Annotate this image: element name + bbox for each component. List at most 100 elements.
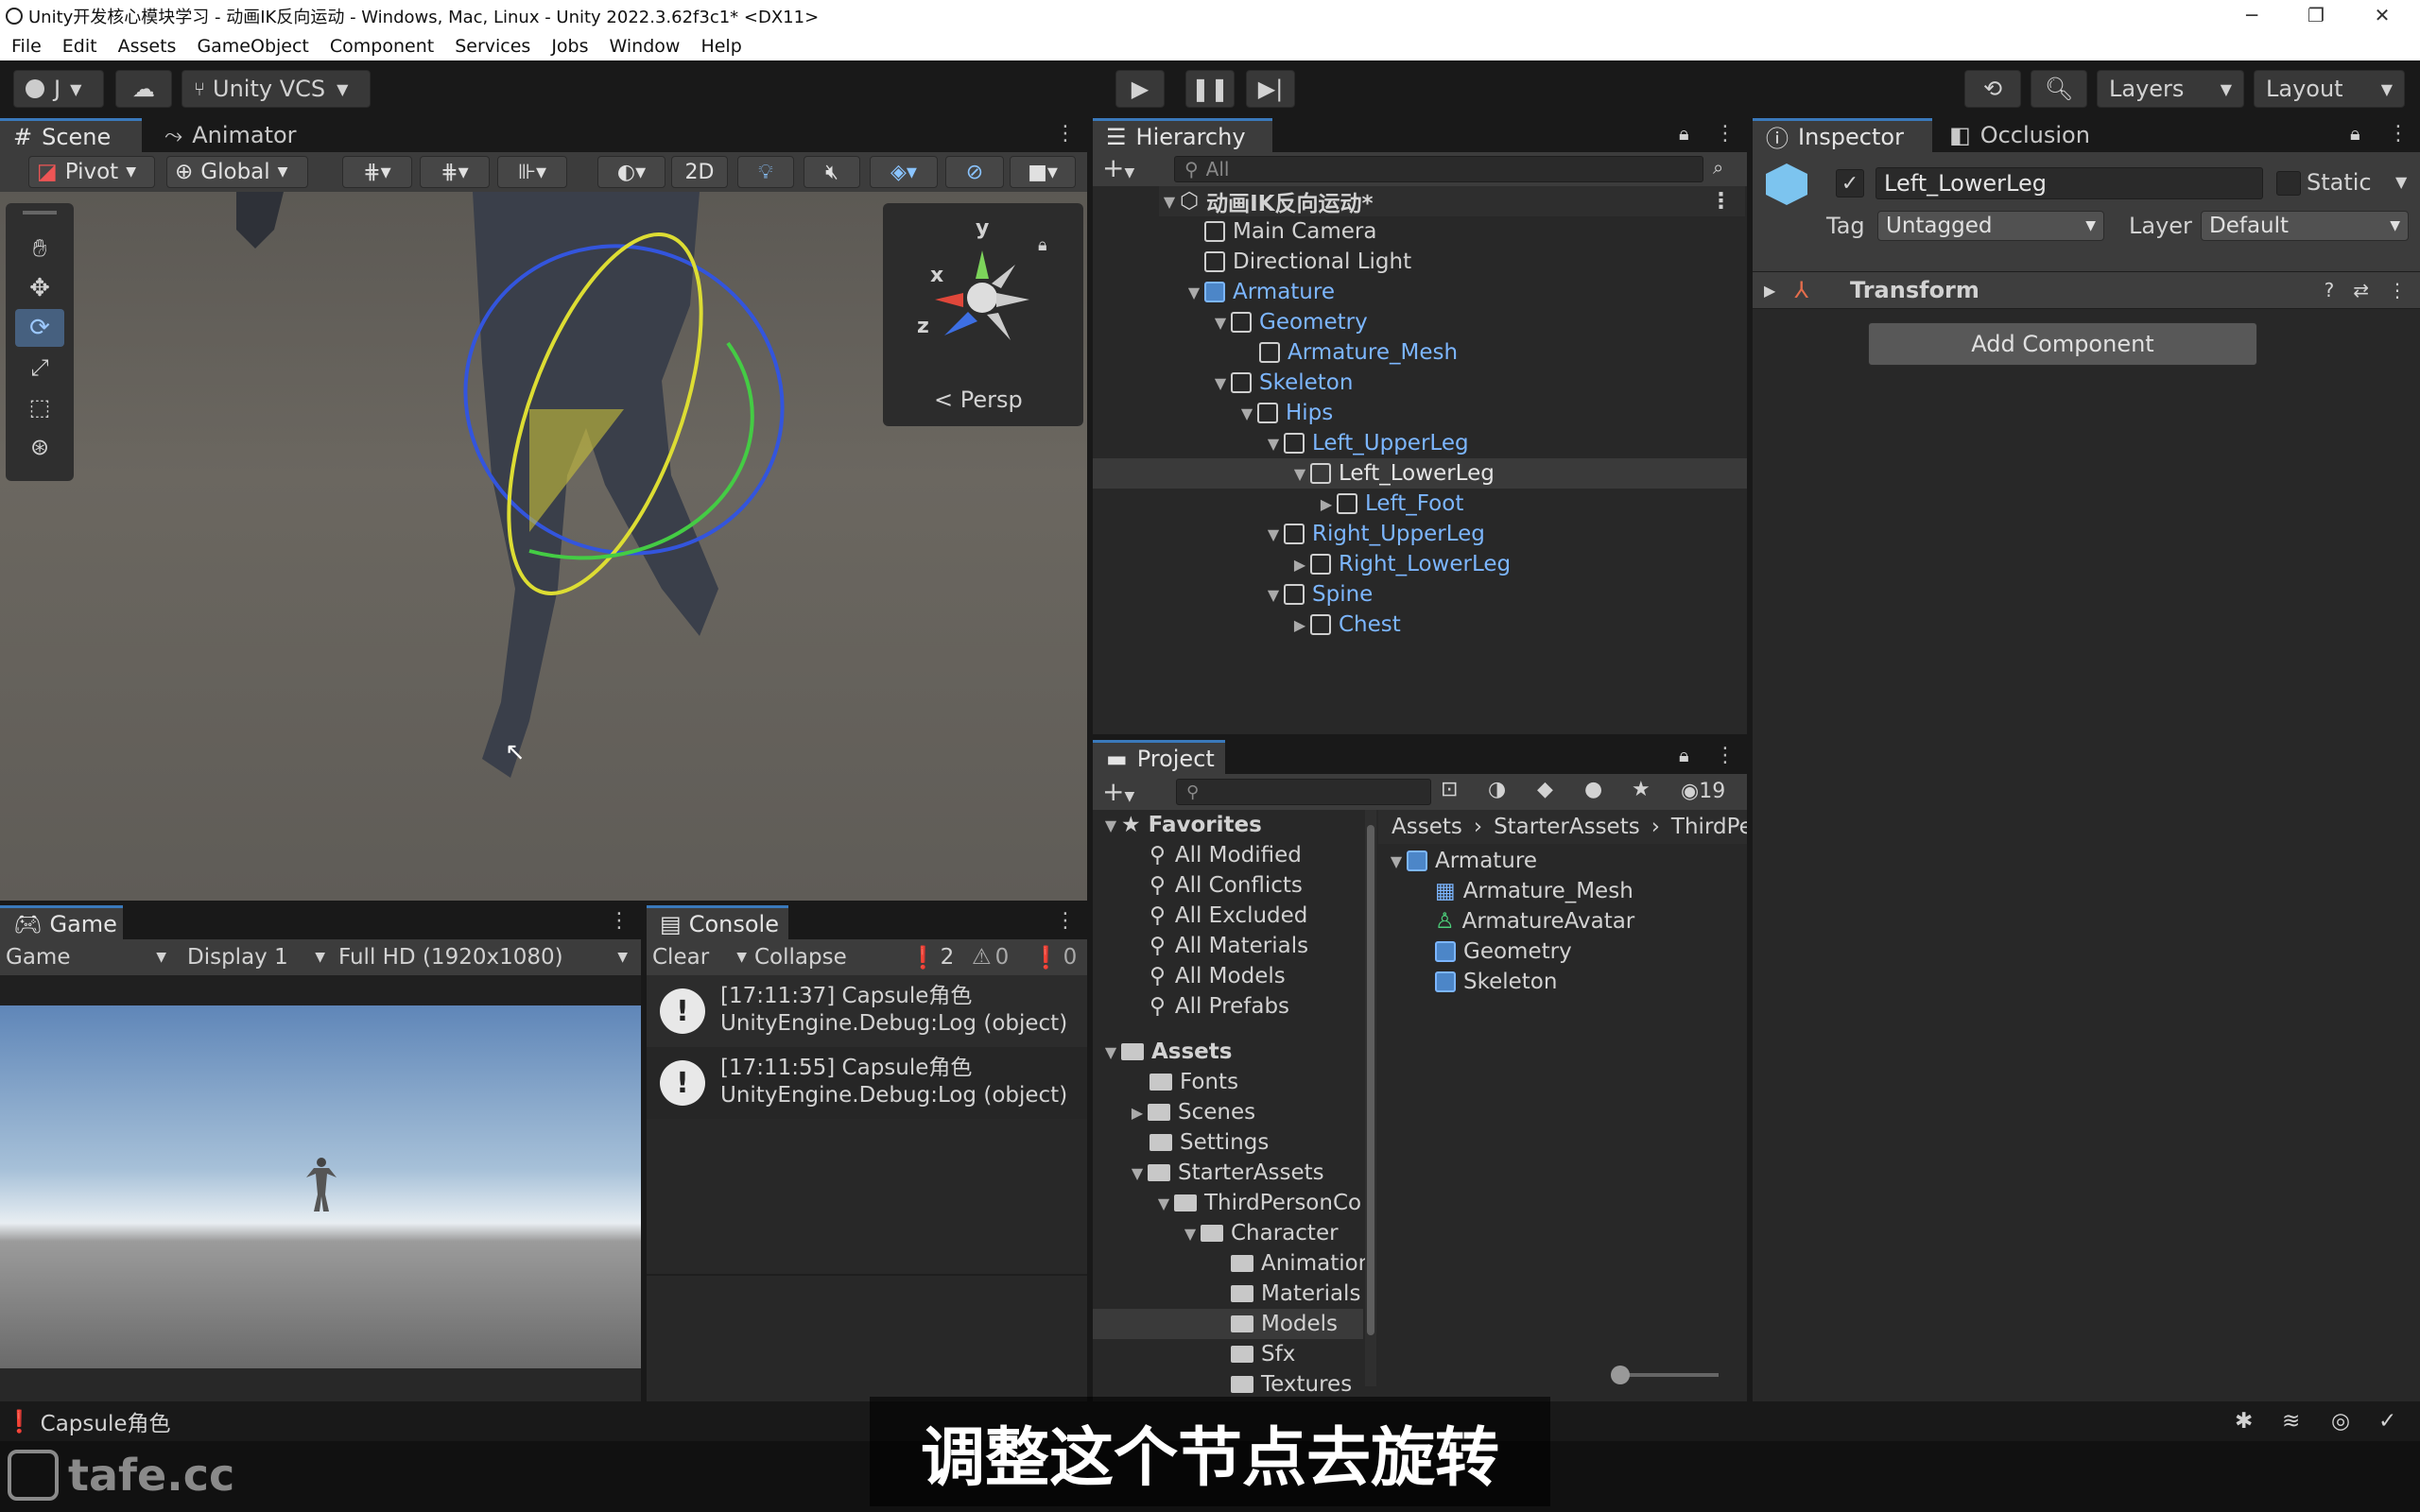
search-scope-icon[interactable]: ⊡ [1441, 778, 1458, 801]
scene-viewport[interactable]: ✋︎ ✥ ⟳ ⤢ ⬚ ⊛ y x z 🔒︎ < Persp ↖ [0, 192, 1087, 901]
add-icon[interactable]: +▼ [1102, 776, 1134, 807]
hidden-count[interactable]: ◉19 [1681, 780, 1725, 803]
more-icon[interactable]: ⋮ [1055, 122, 1076, 146]
breadcrumb-item[interactable]: Assets [1392, 815, 1462, 839]
list-item[interactable]: ▼ ThirdPersonCo [1153, 1188, 1361, 1218]
transform-component-header[interactable]: ▶ ⅄ Transform ? ⇄ ⋮ [1753, 271, 2420, 309]
orientation-gizmo[interactable]: y x z 🔒︎ < Persp [883, 203, 1083, 426]
minimize-icon[interactable]: ─ [2223, 0, 2280, 31]
list-item-selected[interactable]: Models [1231, 1309, 1338, 1339]
error-count-toggle[interactable]: ❗ 0 [1032, 943, 1085, 971]
layers-dropdown[interactable]: Layers ▼ [2097, 70, 2244, 108]
more-icon[interactable]: ⋮ [1715, 744, 1736, 767]
grid-snap-button[interactable]: ⋕▾ [342, 156, 412, 188]
lock-icon[interactable]: 🔒︎ [1679, 122, 1689, 145]
tab-project[interactable]: ▬ Project [1093, 740, 1225, 774]
tab-scene[interactable]: # Scene [0, 118, 142, 152]
history-button[interactable]: ⟲ [1964, 70, 2021, 108]
layout-dropdown[interactable]: Layout ▼ [2254, 70, 2405, 108]
search-options-icon[interactable]: ⌕ [1713, 156, 1723, 179]
database-icon[interactable]: ≋ [2282, 1409, 2300, 1434]
list-item[interactable]: ▼ ⬡ 动画IK反向运动* ⋮ [1159, 186, 1745, 216]
game-view[interactable] [0, 1005, 641, 1368]
menu-edit[interactable]: Edit [62, 36, 97, 57]
snap-increment-button[interactable]: ⋕▾ [420, 156, 490, 188]
bug-icon[interactable]: ✱ [2235, 1409, 2253, 1434]
add-component-button[interactable]: Add Component [1868, 322, 2257, 366]
rect-tool-icon[interactable]: ⬚ [15, 388, 64, 426]
align-button[interactable]: ⊪▾ [497, 156, 567, 188]
lock-icon[interactable]: 🔒︎ [2350, 122, 2360, 145]
transform-tool-icon[interactable]: ⊛ [15, 428, 64, 466]
camera-dropdown[interactable]: ■▾ [1010, 156, 1076, 188]
list-item[interactable]: Directional Light [1204, 247, 1411, 277]
list-item[interactable]: ⚲ All Prefabs [1150, 991, 1289, 1022]
scale-tool-icon[interactable]: ⤢ [15, 349, 64, 387]
game-mode-dropdown[interactable]: Game ▼ [6, 943, 166, 971]
pivot-dropdown[interactable]: ◪ Pivot ▼ [28, 156, 155, 188]
log-count-toggle[interactable]: ❗ 2 [909, 943, 962, 971]
shading-mode-button[interactable]: ◐▾ [597, 156, 666, 188]
clear-button[interactable]: Clear ▼ [652, 943, 747, 971]
restore-icon[interactable]: ❐ [2288, 0, 2344, 31]
list-item[interactable]: Sfx [1231, 1339, 1295, 1369]
hand-tool-icon[interactable]: ✋︎ [15, 230, 64, 267]
account-button[interactable]: J ▼ [13, 70, 104, 108]
help-icon[interactable]: ? [2325, 279, 2335, 301]
tab-occlusion[interactable]: ◧ Occlusion [1936, 118, 2116, 152]
2d-toggle[interactable]: 2D [671, 156, 728, 188]
menu-assets[interactable]: Assets [118, 36, 177, 57]
object-name-field[interactable]: Left_LowerLeg [1876, 167, 2263, 199]
lighting-toggle[interactable]: 💡︎ [737, 156, 794, 188]
check-icon[interactable]: ✓ [2378, 1409, 2396, 1434]
breadcrumb-item[interactable]: StarterAssets [1494, 815, 1640, 839]
list-item[interactable]: Main Camera [1204, 216, 1376, 247]
more-icon[interactable]: ⋮ [609, 909, 630, 933]
tab-inspector[interactable]: ⓘ Inspector [1753, 118, 1932, 152]
warning-count-toggle[interactable]: ⚠ 0 [972, 943, 1025, 971]
list-item[interactable]: Geometry [1435, 936, 1572, 967]
audio-toggle[interactable]: 🔇︎ [804, 156, 860, 188]
network-icon[interactable]: ◎ [2331, 1409, 2350, 1434]
lock-icon[interactable]: 🔒︎ [1679, 744, 1689, 766]
console-entry[interactable]: ! [17:11:37] Capsule角色 UnityEngine.Debug:… [647, 975, 1087, 1047]
list-item[interactable]: ▼ Geometry [1210, 307, 1368, 337]
list-item[interactable]: ▶ Left_Foot [1316, 489, 1464, 519]
filter-type-icon[interactable]: ◑ [1488, 778, 1506, 801]
more-icon[interactable]: ⋮ [2388, 122, 2409, 146]
tab-game[interactable]: 🎮︎ Game [0, 905, 123, 939]
effects-dropdown[interactable]: ◈▾ [870, 156, 938, 188]
list-item[interactable]: ▶ Right_LowerLeg [1289, 549, 1511, 579]
list-item[interactable]: ⚲ All Conflicts [1150, 870, 1303, 901]
collapse-button[interactable]: Collapse [754, 943, 849, 971]
more-icon[interactable]: ⋮ [1710, 189, 1732, 214]
menu-jobs[interactable]: Jobs [551, 36, 588, 57]
hierarchy-search-input[interactable]: ⚲ All [1174, 156, 1703, 182]
layer-dropdown[interactable]: Default ▼ [2201, 211, 2409, 241]
scrollbar[interactable] [1365, 810, 1376, 1386]
active-checkbox[interactable]: ✓ [1836, 169, 1864, 198]
zoom-slider[interactable] [1611, 1366, 1719, 1384]
list-item[interactable]: ▶ Scenes [1127, 1097, 1255, 1127]
tab-animator[interactable]: ⤳ Animator [151, 118, 312, 152]
menu-file[interactable]: File [11, 36, 42, 57]
menu-services[interactable]: Services [455, 36, 530, 57]
chevron-down-icon[interactable]: ▼ [2395, 173, 2407, 191]
list-item[interactable]: ▼ Skeleton [1210, 368, 1354, 398]
list-item[interactable]: Skeleton [1435, 967, 1557, 997]
list-item[interactable]: ▼ Armature [1386, 846, 1537, 876]
list-item[interactable]: ▼ StarterAssets [1127, 1158, 1324, 1188]
list-item[interactable]: ▦ Armature_Mesh [1435, 876, 1634, 906]
list-item[interactable]: Textures [1231, 1369, 1352, 1400]
more-icon[interactable]: ⋮ [1715, 122, 1736, 146]
global-dropdown[interactable]: ⊕ Global ▼ [166, 156, 308, 188]
unity-vcs-button[interactable]: ⑂ Unity VCS ▼ [182, 70, 371, 108]
assets-header[interactable]: ▼ Assets [1100, 1037, 1233, 1067]
breadcrumb-item[interactable]: ThirdPe [1671, 815, 1747, 839]
menu-help[interactable]: Help [700, 36, 741, 57]
list-item[interactable]: Materials [1231, 1279, 1360, 1309]
list-item[interactable]: ⚲ All Models [1150, 961, 1286, 991]
visibility-toggle[interactable]: ⊘ [945, 156, 1004, 188]
menu-window[interactable]: Window [610, 36, 681, 57]
list-item[interactable]: ▼ Hips [1236, 398, 1333, 428]
